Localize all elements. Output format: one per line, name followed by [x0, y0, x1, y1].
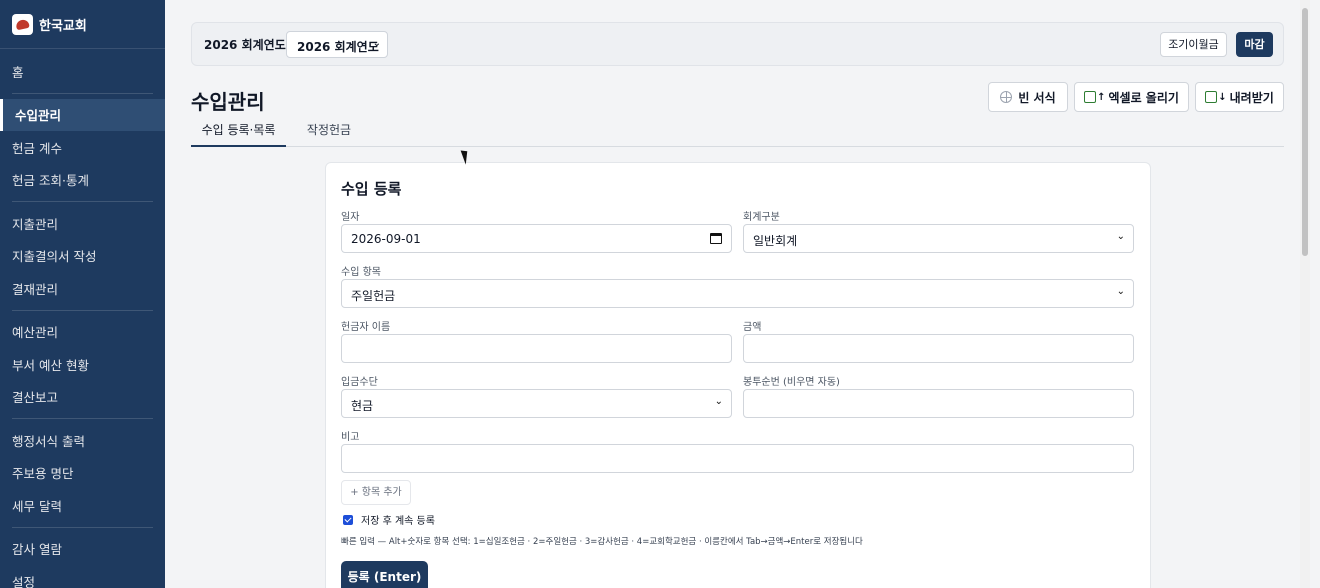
continue-registration-row[interactable]: 저장 후 계속 등록 — [343, 512, 435, 527]
date-field[interactable]: 2026-09-01 — [341, 224, 732, 253]
excel-upload-label: 엑셀로 올리기 — [1108, 90, 1179, 105]
early-carryover-button[interactable]: 조기이월금 — [1160, 32, 1227, 57]
chevron-down-icon: ⌄ — [714, 396, 723, 407]
sidebar-item-approval[interactable]: 결재관리 — [0, 272, 165, 305]
sidebar-item-admin-forms[interactable]: 행정서식 출력 — [0, 424, 165, 457]
sidebar-item-offering-count[interactable]: 헌금 계수 — [0, 131, 165, 164]
vertical-scrollbar[interactable] — [1300, 0, 1310, 588]
brand[interactable]: 한국교회 — [0, 0, 165, 49]
form-title: 수입 등록 — [341, 180, 402, 198]
donor-label: 헌금자 이름 — [341, 322, 391, 333]
close-year-button[interactable]: 마감 — [1236, 32, 1273, 57]
note-input[interactable] — [341, 444, 1134, 473]
income-item-value: 주일헌금 — [351, 289, 396, 303]
download-label: 내려받기 — [1229, 90, 1274, 105]
date-value: 2026-09-01 — [351, 232, 421, 246]
continue-checkbox[interactable] — [343, 514, 353, 525]
fiscal-year-bar: 2026 회계연도 2026 회계연도 ⌄ 조기이월금 마감 — [191, 22, 1284, 66]
tab-pledge[interactable]: 작정헌금 — [295, 116, 363, 147]
main-content: 2026 회계연도 2026 회계연도 ⌄ 조기이월금 마감 수입관리 빈 서식… — [165, 0, 1310, 588]
sidebar-item-settings[interactable]: 설정 — [0, 565, 165, 588]
add-item-button[interactable]: + 항목 추가 — [341, 480, 411, 505]
method-label: 입금수단 — [341, 377, 378, 388]
income-form-card: 수입 등록 일자 2026-09-01 회계구분 일반회계 ⌄ 수입 항목 주일… — [325, 162, 1151, 588]
method-select[interactable]: 현금 ⌄ — [341, 389, 732, 418]
income-item-select[interactable]: 주일헌금 ⌄ — [341, 279, 1134, 308]
fiscal-year-select-value: 2026 회계연도 — [297, 40, 379, 54]
scrollbar-thumb[interactable] — [1302, 8, 1308, 256]
account-label: 회계구분 — [743, 212, 780, 223]
excel-upload-button[interactable]: ↑ 엑셀로 올리기 — [1074, 82, 1189, 112]
upload-arrow-icon: ↑ — [1097, 91, 1106, 103]
spreadsheet-icon — [1084, 91, 1097, 103]
sidebar-item-home[interactable]: 홈 — [0, 55, 165, 88]
sidebar-item-audit[interactable]: 감사 열람 — [0, 533, 165, 566]
church-logo-icon — [12, 13, 33, 35]
blank-form-button[interactable]: 빈 서식 — [988, 82, 1068, 112]
amount-label: 금액 — [743, 322, 762, 333]
sidebar-item-expense-request[interactable]: 지출결의서 작성 — [0, 240, 165, 273]
chevron-down-icon: ⌄ — [1116, 231, 1125, 242]
blank-form-label: 빈 서식 — [1018, 90, 1056, 105]
date-label: 일자 — [341, 212, 360, 223]
sidebar-divider — [12, 92, 153, 94]
account-value: 일반회계 — [753, 234, 798, 248]
sidebar-item-offering-stats[interactable]: 헌금 조회·통계 — [0, 164, 165, 197]
fiscal-year-label: 2026 회계연도 — [204, 38, 286, 52]
sidebar: 한국교회 홈 수입관리 헌금 계수 헌금 조회·통계 지출관리 지출결의서 작성… — [0, 0, 165, 588]
sidebar-divider — [12, 418, 153, 419]
sidebar-divider — [12, 309, 153, 311]
envelope-label: 봉투순번 (비우면 자동) — [743, 377, 840, 388]
account-select[interactable]: 일반회계 ⌄ — [743, 224, 1134, 253]
sidebar-item-dept-budget[interactable]: 부서 예산 현황 — [0, 348, 165, 381]
chevron-down-icon: ⌄ — [372, 38, 381, 49]
sidebar-item-bulletin-list[interactable]: 주보용 명단 — [0, 457, 165, 490]
quick-input-hint: 빠른 입력 — Alt+숫자로 항목 선택: 1=십일조헌금 · 2=주일헌금 … — [341, 537, 863, 547]
sidebar-item-income[interactable]: 수입관리 — [0, 98, 165, 131]
brand-name: 한국교회 — [39, 18, 87, 34]
grid-icon — [1000, 91, 1013, 103]
sidebar-item-tax-calendar[interactable]: 세무 달력 — [0, 489, 165, 522]
tab-income-list[interactable]: 수입 등록·목록 — [191, 116, 286, 147]
donor-input[interactable] — [341, 334, 732, 363]
continue-label: 저장 후 계속 등록 — [361, 516, 435, 527]
download-button[interactable]: ↓ 내려받기 — [1195, 82, 1284, 112]
income-item-label: 수입 항목 — [341, 267, 381, 278]
sidebar-divider — [12, 526, 153, 528]
amount-input[interactable] — [743, 334, 1134, 363]
method-value: 현금 — [351, 399, 374, 413]
envelope-input[interactable] — [743, 389, 1134, 418]
tab-bar: 수입 등록·목록 작정헌금 — [191, 116, 1284, 147]
sidebar-item-budget[interactable]: 예산관리 — [0, 316, 165, 349]
chevron-down-icon: ⌄ — [1116, 286, 1125, 297]
submit-button[interactable]: 등록 (Enter) — [341, 561, 428, 588]
sidebar-divider — [12, 201, 153, 202]
fiscal-year-select[interactable]: 2026 회계연도 ⌄ — [286, 31, 388, 58]
note-label: 비고 — [341, 432, 360, 443]
calendar-icon[interactable] — [710, 233, 722, 244]
spreadsheet-icon — [1205, 91, 1218, 103]
sidebar-item-expense[interactable]: 지출관리 — [0, 207, 165, 240]
sidebar-item-settlement[interactable]: 결산보고 — [0, 381, 165, 414]
page-title: 수입관리 — [191, 90, 265, 114]
download-arrow-icon: ↓ — [1218, 91, 1227, 103]
